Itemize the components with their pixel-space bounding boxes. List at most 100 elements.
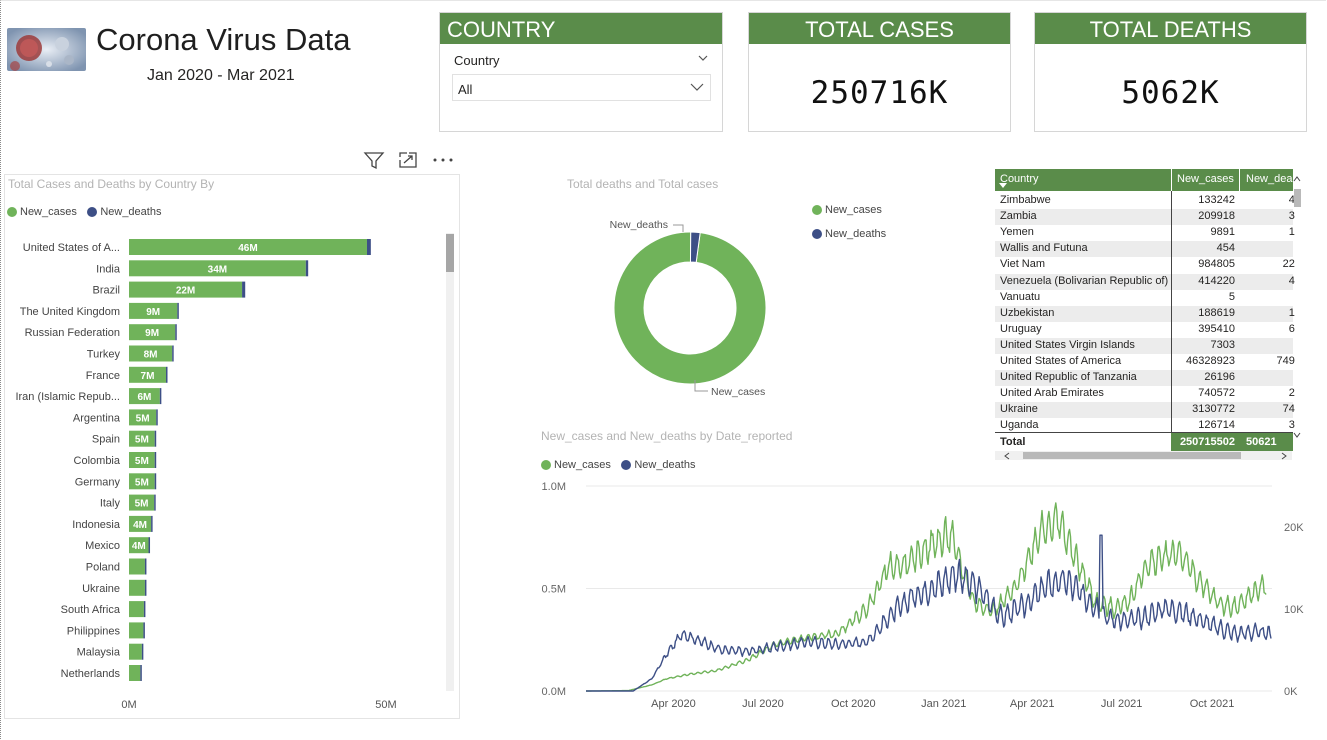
x-axis-tick-label: Apr 2021 <box>1010 698 1055 710</box>
focus-mode-icon[interactable] <box>398 151 418 169</box>
bar-new-deaths[interactable] <box>159 388 162 405</box>
cell-new-cases: 133242 <box>1198 194 1235 206</box>
legend-dot <box>87 207 98 217</box>
x-axis-tick-label: 0M <box>121 699 136 711</box>
bar-new-deaths[interactable] <box>144 579 147 596</box>
bar-new-deaths[interactable] <box>148 537 151 554</box>
bar-data-label: 8M <box>144 350 158 361</box>
legend-item-new-cases[interactable]: New_cases <box>812 204 882 216</box>
cell-new-deaths: 32 <box>1288 419 1295 432</box>
line-chart-legend: New_cases New_deaths <box>541 457 701 475</box>
cell-new-deaths: 21 <box>1288 387 1295 400</box>
bar-new-deaths[interactable] <box>366 239 371 255</box>
chevron-down-icon[interactable] <box>698 54 708 62</box>
bar-new-deaths[interactable] <box>166 366 168 383</box>
table-row[interactable]: Wallis and Futuna 454 <box>995 241 1293 258</box>
bar-new-deaths[interactable] <box>144 558 147 575</box>
bar-new-deaths[interactable] <box>154 430 157 447</box>
bar-new-deaths[interactable] <box>242 281 246 298</box>
bar-chart-scrollbar[interactable] <box>446 233 454 691</box>
bar-new-deaths[interactable] <box>143 622 145 639</box>
bar-new-deaths[interactable] <box>177 302 179 319</box>
bar-new-cases[interactable] <box>129 579 145 596</box>
cell-country: Vanuatu <box>1000 290 1041 303</box>
column-header-new-cases[interactable]: New_cases <box>1177 173 1234 185</box>
country-dropdown[interactable]: All <box>452 74 711 101</box>
bar-new-cases[interactable] <box>129 622 144 639</box>
table-header: Country New_cases New_dea <box>995 169 1293 191</box>
total-deaths-card: TOTAL DEATHS 5062K <box>1034 12 1307 132</box>
bar-data-label: 5M <box>136 413 150 424</box>
cell-new-cases: 395410 <box>1198 322 1235 335</box>
legend-item-new-deaths[interactable]: New_deaths <box>87 206 161 218</box>
legend-dot <box>541 460 551 470</box>
bar-new-deaths[interactable] <box>305 260 309 277</box>
table-row[interactable]: Zambia 209918 36 <box>995 209 1295 226</box>
table-row[interactable]: United States Virgin Islands 7303 <box>995 337 1293 354</box>
scroll-down-arrow-icon[interactable] <box>1293 432 1301 438</box>
bar-category-label: Mexico <box>85 540 120 552</box>
legend-item-new-deaths[interactable]: New_deaths <box>812 228 886 240</box>
bar-chart-scroll-thumb[interactable] <box>446 234 454 272</box>
table-row[interactable]: Zimbabwe 133242 46 <box>995 193 1295 209</box>
table-row[interactable]: Venezuela (Bolivarian Republic of) 414220… <box>995 273 1295 290</box>
cell-country: United States of America <box>1000 355 1122 367</box>
line-series-new-cases[interactable] <box>586 502 1267 692</box>
bar-category-label: Turkey <box>87 349 121 361</box>
bar-new-deaths[interactable] <box>175 324 177 341</box>
bar-new-deaths[interactable] <box>154 452 157 468</box>
bar-new-deaths[interactable] <box>140 665 142 681</box>
bar-data-label: 5M <box>135 477 149 488</box>
bar-new-cases[interactable] <box>129 601 144 618</box>
scroll-left-arrow-icon[interactable] <box>1004 452 1010 460</box>
bar-category-label: South Africa <box>61 604 121 616</box>
bar-new-deaths[interactable] <box>172 345 174 362</box>
x-axis-tick-label: Jul 2021 <box>1101 698 1143 710</box>
table-row[interactable]: Vanuatu 5 <box>995 290 1293 306</box>
bar-new-deaths[interactable] <box>154 473 157 490</box>
bar-new-deaths[interactable] <box>141 643 144 660</box>
legend-label: New_deaths <box>634 459 696 471</box>
more-options-icon[interactable] <box>432 156 456 164</box>
bar-new-cases[interactable] <box>129 665 141 681</box>
bar-new-deaths[interactable] <box>143 601 146 618</box>
table-row[interactable]: Yemen 9891 19 <box>995 225 1295 241</box>
donut-legend: New_cases New_deaths <box>812 202 892 244</box>
cell-country: Viet Nam <box>1000 258 1046 271</box>
legend-item-new-cases[interactable]: New_cases <box>541 459 611 471</box>
column-header-new-deaths[interactable]: New_dea <box>1246 173 1292 185</box>
table-total-row: Total 250715502 50621 <box>995 432 1293 451</box>
x-axis-tick-label: Oct 2021 <box>1190 698 1235 710</box>
bar-new-deaths[interactable] <box>151 515 153 532</box>
line-chart-title: New_cases and New_deaths by Date_reporte… <box>541 429 793 443</box>
table-row[interactable]: Uruguay 395410 60 <box>995 322 1295 338</box>
scroll-right-arrow-icon[interactable] <box>1281 452 1287 460</box>
cell-new-cases: 5 <box>1228 290 1235 303</box>
table-row[interactable]: Uzbekistan 188619 13 <box>995 305 1295 322</box>
bar-new-cases[interactable] <box>129 558 145 575</box>
x-axis-tick-label: 50M <box>375 699 396 711</box>
bar-new-cases[interactable] <box>129 643 142 660</box>
legend-item-new-deaths[interactable]: New_deaths <box>621 459 695 471</box>
table-horizontal-scroll-thumb[interactable] <box>1023 452 1241 459</box>
bar-data-label: 5M <box>135 456 149 467</box>
cell-new-cases: 454 <box>1216 242 1235 255</box>
donut-slice-new-cases[interactable] <box>613 231 767 385</box>
table-row[interactable]: United Republic of Tanzania 26196 7 <box>995 370 1295 387</box>
bar-category-label: Argentina <box>73 412 121 424</box>
table-row[interactable]: United Arab Emirates 740572 21 <box>995 386 1295 402</box>
cell-country: United States Virgin Islands <box>1000 338 1135 351</box>
cell-country: Zambia <box>1000 210 1037 223</box>
bar-data-label: 34M <box>208 264 227 275</box>
table-row[interactable]: Ukraine 3130772 742 <box>995 402 1295 419</box>
legend-item-new-cases[interactable]: New_cases <box>7 206 77 218</box>
table-scroll-thumb[interactable] <box>1294 189 1301 207</box>
filter-icon[interactable] <box>363 151 385 171</box>
table-row[interactable]: United States of America 46328923 7499 <box>995 354 1295 370</box>
bar-category-label: Brazil <box>92 285 120 297</box>
table-row[interactable]: Viet Nam 984805 226 <box>995 257 1295 273</box>
bar-new-deaths[interactable] <box>156 409 158 426</box>
legend-label: New_cases <box>554 459 611 471</box>
bar-new-deaths[interactable] <box>154 494 156 511</box>
scroll-up-arrow-icon[interactable] <box>1293 176 1301 182</box>
